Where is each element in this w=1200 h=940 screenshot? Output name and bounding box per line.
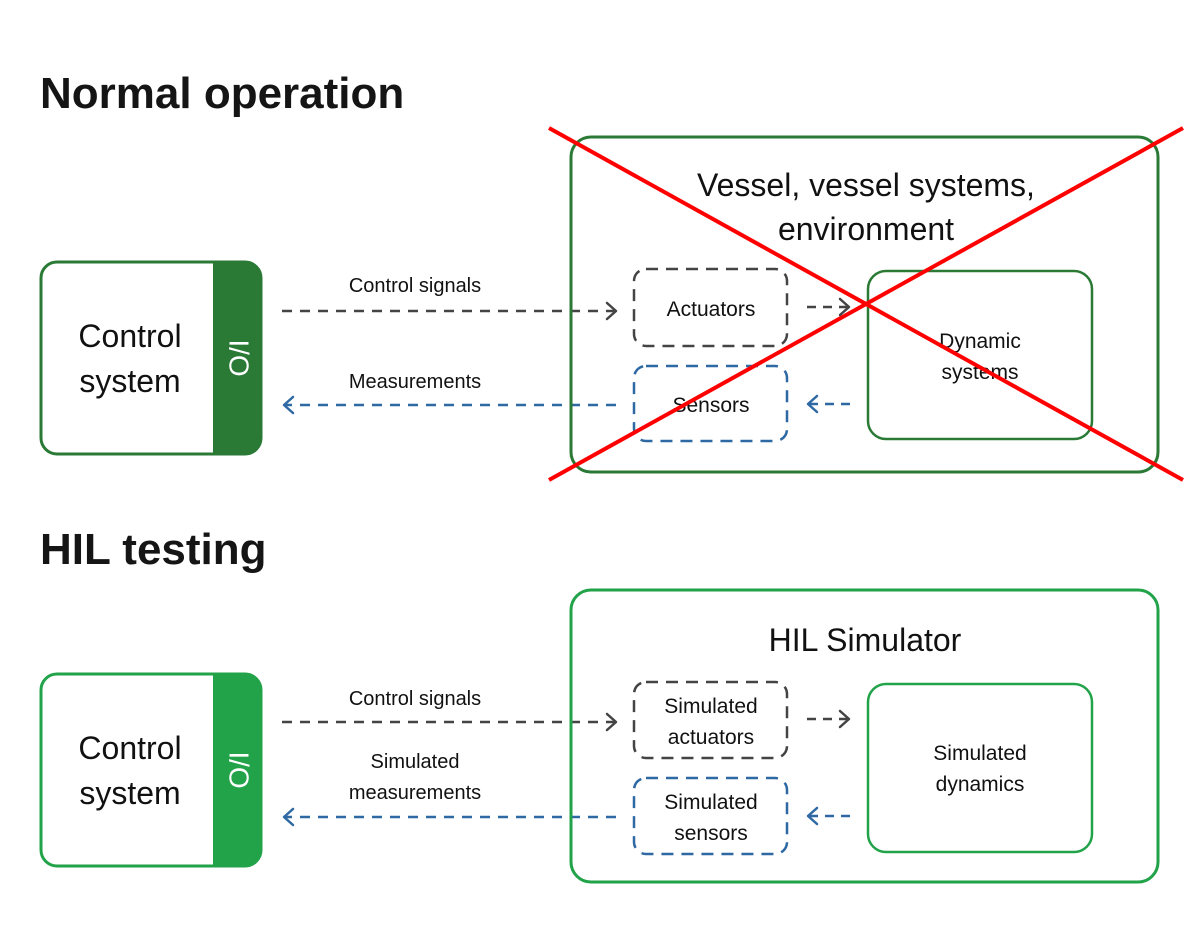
dynamic-systems-box — [866, 269, 1094, 441]
simulated-dynamics-label-line1: Simulated — [933, 742, 1026, 765]
normal-control-system-block: Control system I/O — [39, 260, 263, 456]
actuators-label: Actuators — [667, 298, 756, 321]
control-system-label-line1: Control — [78, 318, 181, 354]
simulated-sensors-label-line1: Simulated — [664, 791, 757, 814]
hil-control-system-block: Control system I/O — [39, 672, 263, 868]
simulated-dynamics-box — [866, 682, 1094, 854]
io-label: I/O — [224, 751, 255, 788]
control-system-label-line2: system — [79, 363, 180, 399]
simulated-measurements-label-line2: measurements — [349, 782, 481, 804]
io-label: I/O — [224, 339, 255, 376]
environment-title-line1: Vessel, vessel systems, — [697, 167, 1035, 203]
diagram-canvas: Normal operation Control system I/O Cont… — [39, 69, 1184, 884]
hil-simulator-title: HIL Simulator — [769, 622, 962, 658]
simulated-sensors-label-line2: sensors — [674, 822, 748, 845]
control-system-label-line1: Control — [78, 730, 181, 766]
normal-operation-section: Normal operation Control system I/O Cont… — [39, 69, 1184, 482]
control-signals-label: Control signals — [349, 275, 481, 297]
environment-title-line2: environment — [778, 211, 954, 247]
hil-testing-heading: HIL testing — [40, 525, 267, 574]
simulated-dynamics-label-line2: dynamics — [936, 773, 1025, 796]
control-signals-label: Control signals — [349, 688, 481, 710]
simulated-actuators-label-line2: actuators — [668, 726, 754, 749]
normal-operation-heading: Normal operation — [40, 69, 404, 118]
control-system-label-line2: system — [79, 775, 180, 811]
simulated-measurements-label-line1: Simulated — [371, 751, 460, 773]
simulated-actuators-label-line1: Simulated — [664, 695, 757, 718]
hil-simulator-box: HIL Simulator Simulated actuators Simula… — [569, 588, 1160, 884]
hil-testing-section: HIL testing Control system I/O Control s… — [39, 525, 1160, 884]
environment-box: Vessel, vessel systems, environment Actu… — [548, 126, 1184, 482]
measurements-label: Measurements — [349, 371, 481, 393]
